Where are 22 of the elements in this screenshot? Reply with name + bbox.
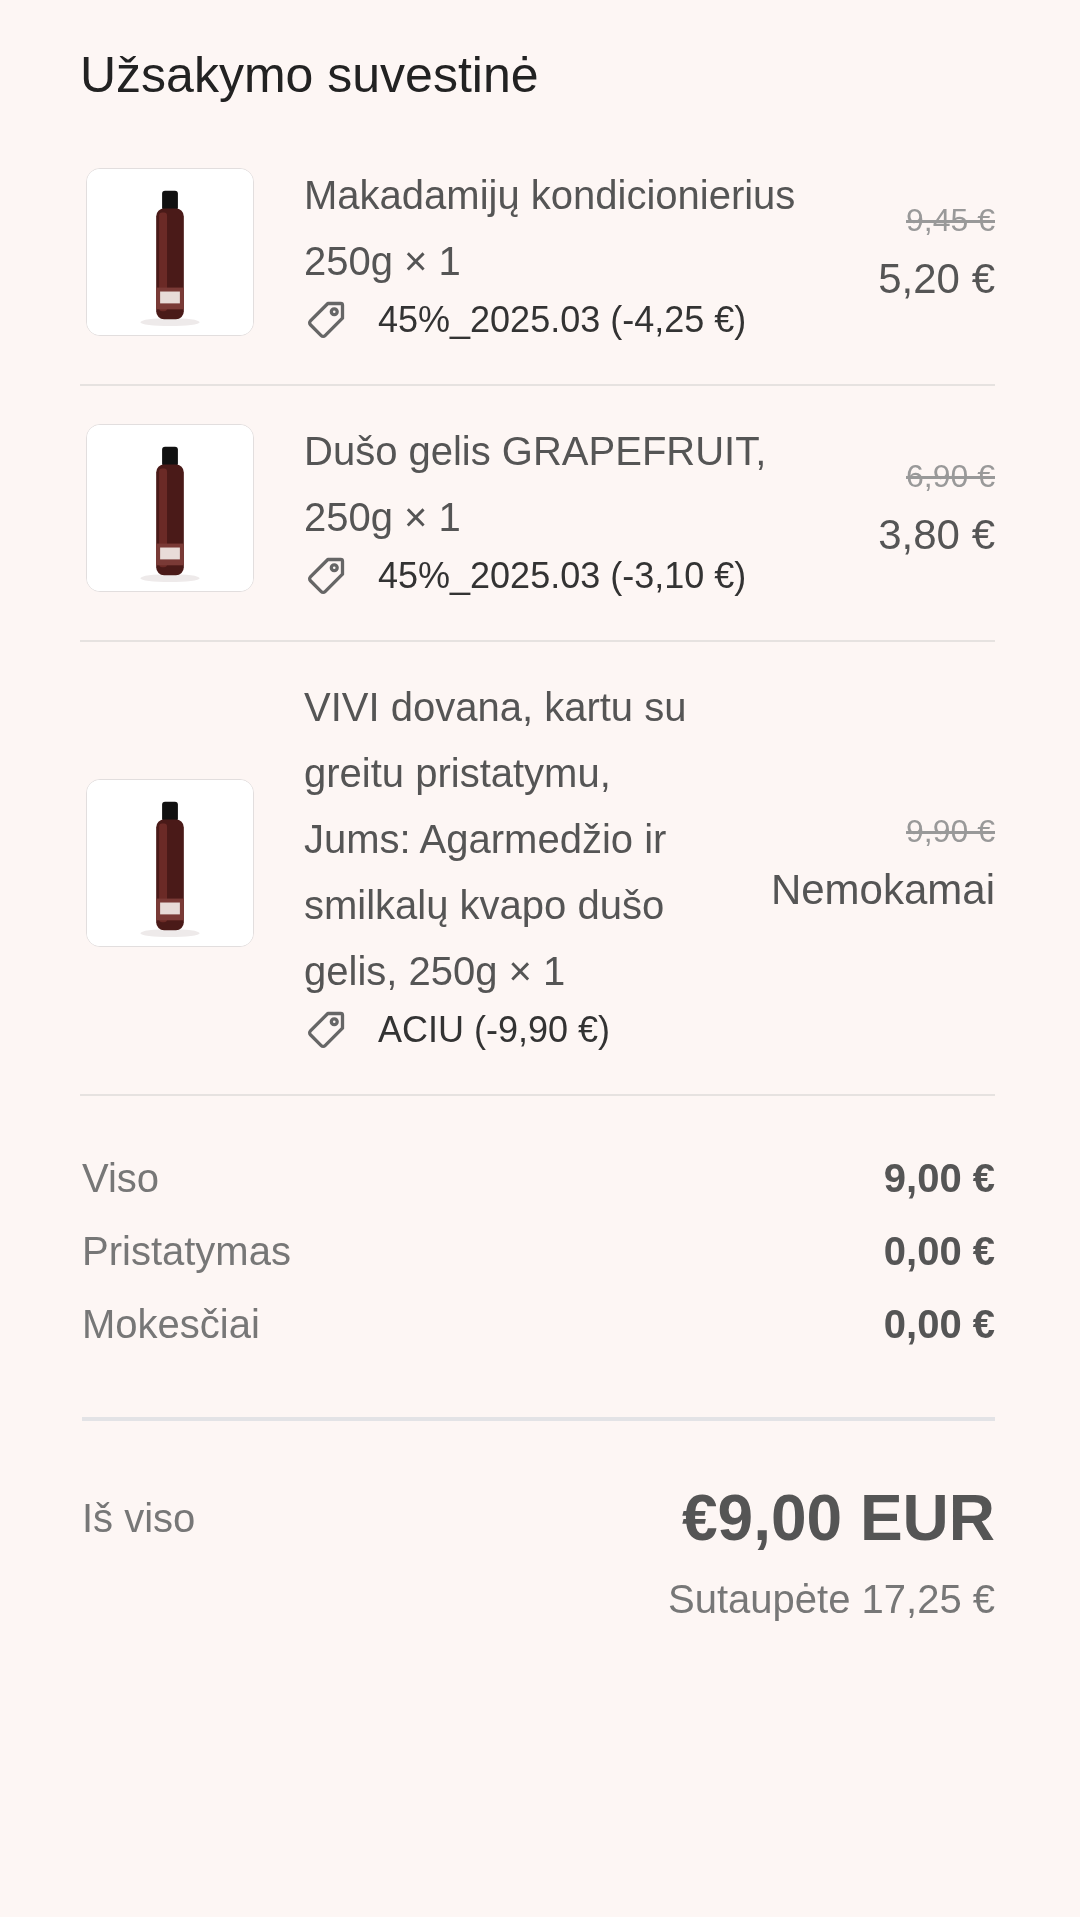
discount-code: ACIU (-9,90 €) <box>378 1009 611 1051</box>
summary-value: 0,00 € <box>883 1229 995 1274</box>
product-name: VIVI dovana, kartu su greitu pristatymu, Jums: Agarmedžio ir smilkalų kvapo dušo gelis, 250g × 1 <box>304 684 688 995</box>
savings-text: Sutaupėte 17,25 € <box>668 1577 995 1621</box>
product-name: Makadamijų kondicionierius 250g × 1 <box>304 172 797 285</box>
product-price: 3,80 € <box>878 510 995 559</box>
page-title: Užsakymo suvestinė <box>80 46 540 105</box>
product-price: Nemokamai <box>770 865 995 914</box>
summary-label: Viso <box>82 1156 160 1201</box>
product-name: Dušo gelis GRAPEFRUIT, 250g × 1 <box>304 428 768 541</box>
total-label: Iš viso <box>82 1495 196 1541</box>
original-price: 9,45 € <box>906 201 995 239</box>
summary-value: 0,00 € <box>883 1302 995 1347</box>
total-value: €9,00 EUR <box>681 1481 995 1555</box>
discount-code: 45%_2025.03 (-3,10 €) <box>378 555 747 597</box>
discount-code: 45%_2025.03 (-4,25 €) <box>378 299 747 341</box>
original-price: 6,90 € <box>906 457 995 495</box>
product-price: 5,20 € <box>878 254 995 303</box>
summary-label: Pristatymas <box>82 1229 291 1274</box>
summary-value: 9,00 € <box>883 1156 995 1201</box>
summary-label: Mokesčiai <box>82 1302 260 1347</box>
original-price: 9,90 € <box>906 812 995 850</box>
